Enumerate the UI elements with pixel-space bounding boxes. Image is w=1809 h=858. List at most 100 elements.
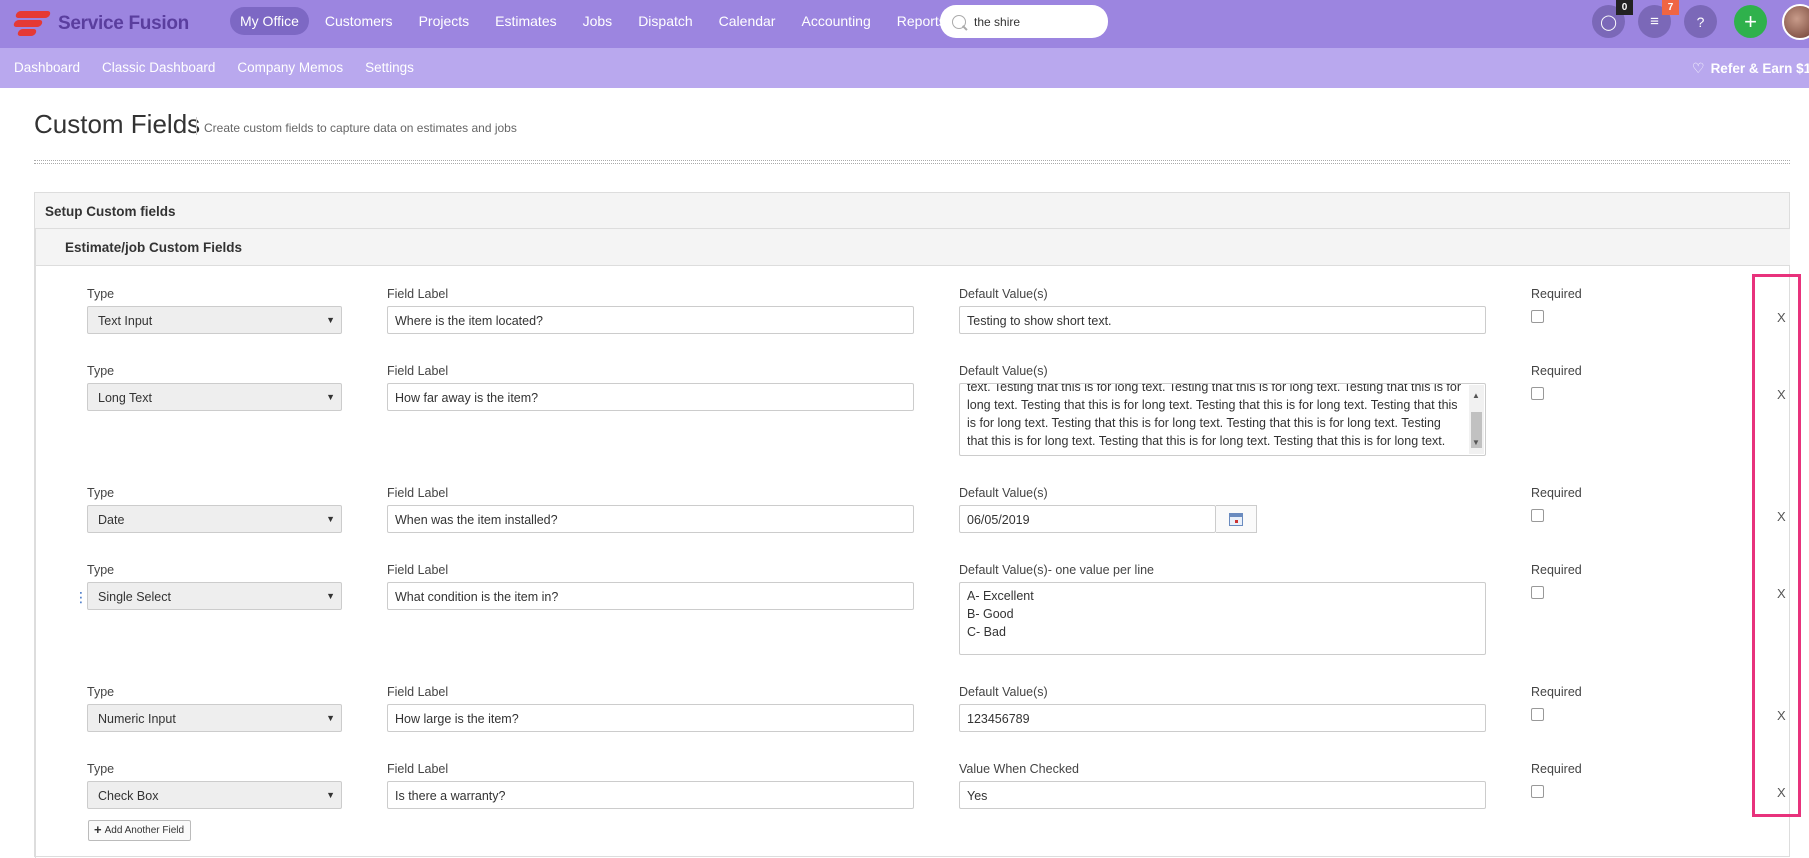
subnav-classic-dashboard[interactable]: Classic Dashboard xyxy=(102,60,215,75)
field-2-label-input[interactable]: How far away is the item? xyxy=(387,383,914,411)
field-4-options-textarea[interactable]: A- Excellent B- Good C- Bad xyxy=(959,582,1486,655)
nav-projects[interactable]: Projects xyxy=(409,7,480,35)
field-1-default-input[interactable]: Testing to show short text. xyxy=(959,306,1486,334)
field-1-type-value: Text Input xyxy=(98,314,153,328)
field-6-label-input[interactable]: Is there a warranty? xyxy=(387,781,914,809)
messages-button[interactable]: ◯ 0 xyxy=(1592,0,1633,38)
field-2-required-checkbox[interactable] xyxy=(1531,387,1544,400)
add-another-field-label: Add Another Field xyxy=(104,825,185,836)
chevron-down-icon: ▼ xyxy=(326,392,335,402)
field-1-required-checkbox[interactable] xyxy=(1531,310,1544,323)
nav-jobs[interactable]: Jobs xyxy=(573,7,623,35)
help-button[interactable]: ? xyxy=(1684,5,1717,38)
field-3-required-checkbox[interactable] xyxy=(1531,509,1544,522)
search-input[interactable] xyxy=(974,14,1094,29)
field-1-label-input[interactable]: Where is the item located? xyxy=(387,306,914,334)
field-label-label: Field Label xyxy=(387,287,449,301)
subnav-settings[interactable]: Settings xyxy=(365,60,414,75)
app-name: Service Fusion xyxy=(58,13,189,34)
required-label: Required xyxy=(1531,364,1582,378)
field-label-label: Field Label xyxy=(387,762,449,776)
required-label: Required xyxy=(1531,563,1582,577)
type-label: Type xyxy=(87,563,115,577)
quick-add-button[interactable]: + xyxy=(1734,5,1767,38)
nav-customers[interactable]: Customers xyxy=(315,7,403,35)
list-icon: ≡ xyxy=(1650,13,1659,30)
field-1-type-select[interactable]: Text Input ▼ xyxy=(87,306,342,334)
plus-icon: + xyxy=(94,822,102,837)
sub-navbar: Dashboard Classic Dashboard Company Memo… xyxy=(0,48,1809,88)
field-5-type-select[interactable]: Numeric Input ▼ xyxy=(87,704,342,732)
nav-dispatch[interactable]: Dispatch xyxy=(628,7,702,35)
default-values-label: Default Value(s) xyxy=(959,685,1048,699)
plus-icon: + xyxy=(1744,8,1757,34)
type-label: Type xyxy=(87,486,115,500)
chevron-down-icon: ▼ xyxy=(326,514,335,524)
field-6-type-value: Check Box xyxy=(98,789,159,803)
nav-my-office[interactable]: My Office xyxy=(230,7,309,35)
field-label-label: Field Label xyxy=(387,685,449,699)
notifications-count-badge: 7 xyxy=(1662,0,1679,15)
field-5-required-checkbox[interactable] xyxy=(1531,708,1544,721)
app-logo[interactable]: Service Fusion xyxy=(12,6,189,42)
field-6-type-select[interactable]: Check Box ▼ xyxy=(87,781,342,809)
page-subtitle: Create custom fields to capture data on … xyxy=(204,121,517,135)
field-5-default-input[interactable]: 123456789 xyxy=(959,704,1486,732)
scroll-up-icon[interactable]: ▲ xyxy=(1472,387,1480,405)
field-5-label-input[interactable]: How large is the item? xyxy=(387,704,914,732)
default-values-per-line-label: Default Value(s)- one value per line xyxy=(959,563,1155,577)
title-divider xyxy=(196,117,197,135)
field-4-required-checkbox[interactable] xyxy=(1531,586,1544,599)
field-3-date-input[interactable]: 06/05/2019 xyxy=(959,505,1216,533)
field-3-type-select[interactable]: Date ▼ xyxy=(87,505,342,533)
type-label: Type xyxy=(87,364,115,378)
field-2-default-text: text. Testing that this is for long text… xyxy=(967,383,1462,448)
chevron-down-icon: ▼ xyxy=(326,315,335,325)
field-3-label-input[interactable]: When was the item installed? xyxy=(387,505,914,533)
field-2-type-select[interactable]: Long Text ▼ xyxy=(87,383,342,411)
required-label: Required xyxy=(1531,685,1582,699)
nav-calendar[interactable]: Calendar xyxy=(709,7,786,35)
field-label-label: Field Label xyxy=(387,364,449,378)
search-box[interactable] xyxy=(940,5,1108,38)
sub-nav: Dashboard Classic Dashboard Company Memo… xyxy=(14,60,414,75)
subnav-dashboard[interactable]: Dashboard xyxy=(14,60,80,75)
textarea-scrollbar[interactable]: ▲ ▼ xyxy=(1469,385,1484,454)
field-5-type-value: Numeric Input xyxy=(98,712,176,726)
scroll-down-icon[interactable]: ▼ xyxy=(1472,434,1480,452)
nav-estimates[interactable]: Estimates xyxy=(485,7,566,35)
chevron-down-icon: ▼ xyxy=(326,790,335,800)
date-picker-button[interactable] xyxy=(1216,505,1257,533)
field-6-required-checkbox[interactable] xyxy=(1531,785,1544,798)
refer-earn-label: Refer & Earn $1 xyxy=(1710,61,1809,76)
subnav-company-memos[interactable]: Company Memos xyxy=(237,60,343,75)
refer-earn-link[interactable]: ♡ Refer & Earn $1 xyxy=(1692,60,1809,77)
help-icon: ? xyxy=(1696,13,1705,30)
setup-panel-heading: Setup Custom fields xyxy=(35,193,1789,229)
field-4-type-value: Single Select xyxy=(98,590,171,604)
type-label: Type xyxy=(87,685,115,699)
field-label-label: Field Label xyxy=(387,563,449,577)
nav-accounting[interactable]: Accounting xyxy=(791,7,880,35)
default-values-label: Default Value(s) xyxy=(959,364,1048,378)
field-2-default-textarea[interactable]: text. Testing that this is for long text… xyxy=(959,383,1486,456)
calendar-icon xyxy=(1229,512,1243,526)
option-line: C- Bad xyxy=(967,625,1006,639)
add-another-field-button[interactable]: + Add Another Field xyxy=(88,820,192,841)
chevron-down-icon: ▼ xyxy=(326,591,335,601)
type-label: Type xyxy=(87,287,115,301)
user-avatar[interactable] xyxy=(1782,4,1809,40)
header-divider xyxy=(34,160,1790,164)
heart-icon: ♡ xyxy=(1692,60,1705,76)
value-when-checked-label: Value When Checked xyxy=(959,762,1079,776)
option-line: B- Good xyxy=(967,607,1014,621)
notifications-button[interactable]: ≡ 7 xyxy=(1638,0,1679,38)
field-6-default-input[interactable]: Yes xyxy=(959,781,1486,809)
option-line: A- Excellent xyxy=(967,589,1034,603)
main-nav: My Office Customers Projects Estimates J… xyxy=(230,7,956,35)
field-2-type-value: Long Text xyxy=(98,391,152,405)
required-label: Required xyxy=(1531,287,1582,301)
field-4-label-input[interactable]: What condition is the item in? xyxy=(387,582,914,610)
top-navbar: Service Fusion My Office Customers Proje… xyxy=(0,0,1809,48)
field-4-type-select[interactable]: Single Select ▼ xyxy=(87,582,342,610)
